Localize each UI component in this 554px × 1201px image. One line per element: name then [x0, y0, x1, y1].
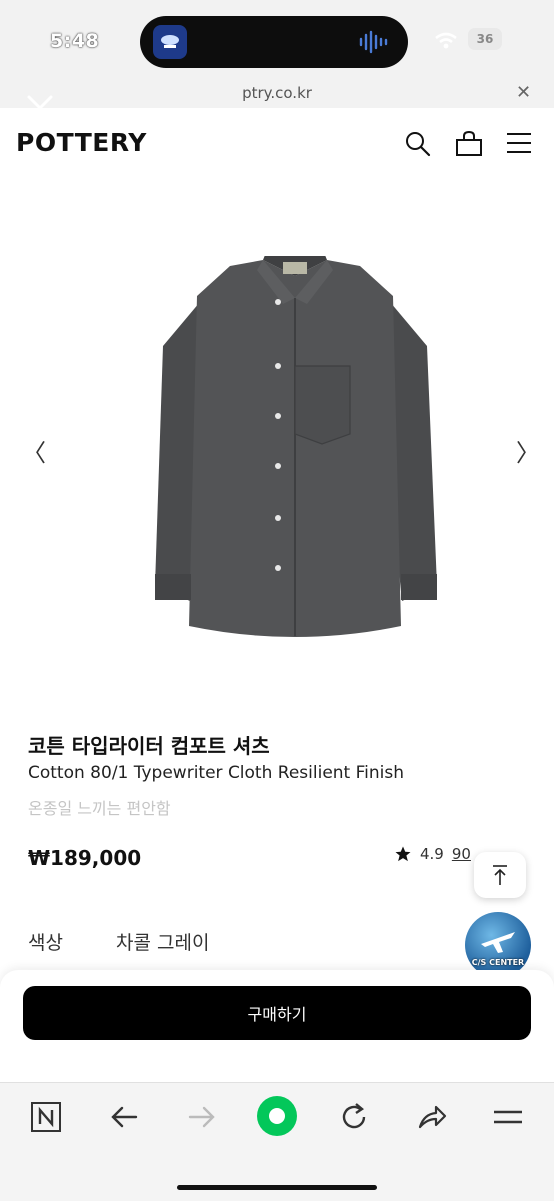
more-menu-icon[interactable]: [492, 1101, 524, 1133]
naver-logo-icon[interactable]: [30, 1101, 62, 1133]
forward-arrow-icon[interactable]: [186, 1101, 218, 1133]
product-subtitle: 온종일 느끼는 편안함: [28, 799, 171, 818]
scroll-top-button[interactable]: [474, 852, 526, 898]
product-image-carousel[interactable]: 〈 〉: [0, 178, 554, 698]
product-title-english: Cotton 80/1 Typewriter Cloth Resilient F…: [28, 763, 405, 783]
buy-button[interactable]: 구매하기: [23, 986, 531, 1040]
airplane-icon: [481, 932, 515, 953]
dynamic-island: [140, 16, 408, 68]
back-arrow-icon[interactable]: [108, 1101, 140, 1133]
audio-wave-icon: [359, 30, 388, 54]
product-price: ₩189,000: [28, 846, 142, 870]
status-bar: 5:48 36: [0, 0, 554, 84]
home-indicator: [177, 1185, 377, 1190]
product-title-korean: 코튼 타입라이터 컴포트 셔츠: [28, 734, 270, 758]
cs-center-button[interactable]: C/S CENTER: [465, 912, 531, 978]
star-icon: [395, 846, 411, 862]
color-option-label: 색상: [28, 932, 63, 954]
island-app-icon: [153, 25, 187, 59]
share-icon[interactable]: [416, 1101, 448, 1133]
chevron-right-icon[interactable]: 〉: [516, 433, 540, 468]
chevron-left-icon[interactable]: 〈: [22, 433, 46, 468]
site-header: POTTERY: [0, 95, 554, 178]
review-count-link[interactable]: 90: [452, 845, 471, 863]
refresh-icon[interactable]: [338, 1101, 370, 1133]
color-option-value[interactable]: 차콜 그레이: [116, 928, 209, 955]
address-bar[interactable]: ptry.co.kr ✕: [0, 82, 554, 108]
purchase-sheet: 구매하기: [0, 970, 554, 1082]
url-text[interactable]: ptry.co.kr: [0, 84, 554, 102]
product-rating[interactable]: 4.9 90: [394, 845, 471, 863]
hamburger-menu-icon[interactable]: [506, 132, 532, 154]
shopping-bag-icon[interactable]: [454, 130, 484, 158]
wifi-icon: [435, 32, 457, 49]
naver-green-dot-icon[interactable]: [256, 1095, 298, 1137]
cs-center-label: C/S CENTER: [471, 958, 525, 967]
arrow-up-icon: [493, 865, 507, 885]
status-time: 5:48: [50, 30, 100, 52]
browser-toolbar: [0, 1082, 554, 1201]
product-image: [155, 256, 437, 637]
site-logo[interactable]: POTTERY: [16, 128, 147, 157]
close-icon[interactable]: ✕: [516, 82, 531, 103]
search-icon[interactable]: [404, 130, 432, 158]
close-overlay-icon[interactable]: [26, 94, 54, 122]
battery-indicator: 36: [468, 28, 502, 50]
rating-value: 4.9: [420, 845, 444, 863]
